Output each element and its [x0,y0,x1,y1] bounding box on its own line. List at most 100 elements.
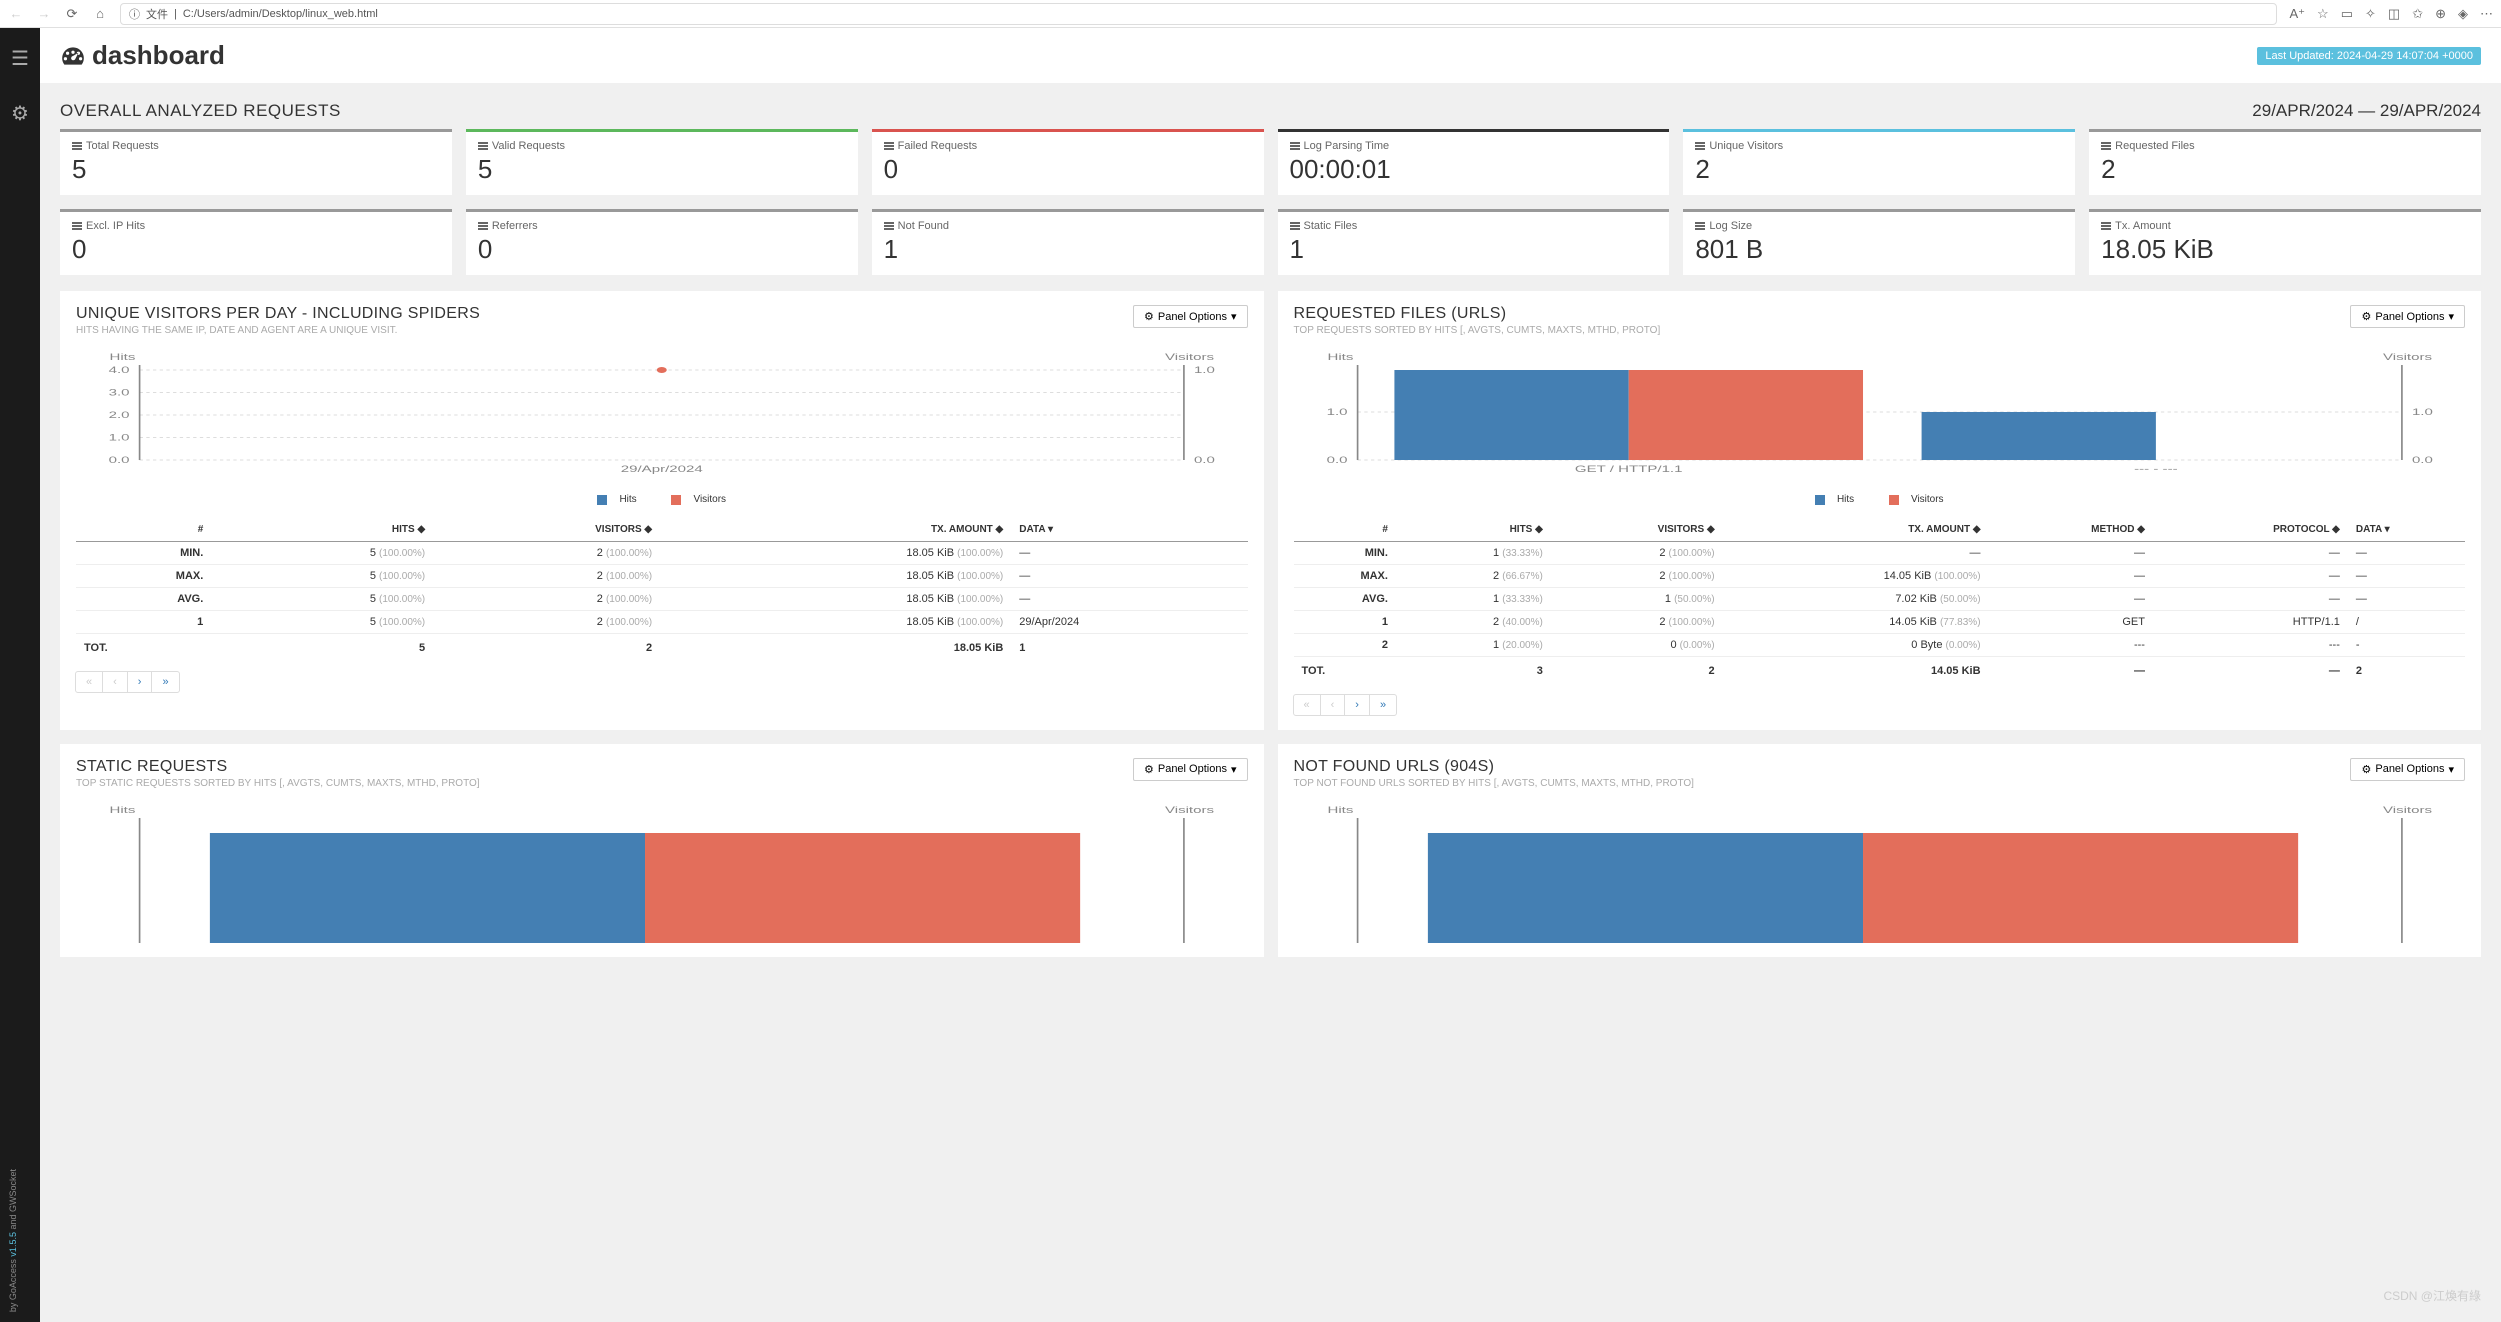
stat-card: Not Found 1 [872,209,1264,275]
home-button[interactable]: ⌂ [92,6,108,22]
stat-card: Total Requests 5 [60,129,452,195]
panel-subtitle: TOP STATIC REQUESTS SORTED BY HITS [, AV… [76,778,480,789]
caret-down-icon: ▾ [1231,763,1237,776]
panel-subtitle: HITS HAVING THE SAME IP, DATE AND AGENT … [76,325,480,336]
menu-icon[interactable]: ☰ [11,46,29,71]
hub-icon[interactable]: ⊕ [2435,6,2446,22]
stat-card: Requested Files2 [2089,129,2481,195]
favorites-bar-icon[interactable]: ✩ [2412,6,2423,22]
stat-value: 5 [72,154,440,185]
stat-card: Valid Requests5 [466,129,858,195]
panel-options-button[interactable]: ⚙ Panel Options ▾ [1133,758,1248,781]
bar-chart-icon [884,222,894,230]
svg-text:Visitors: Visitors [1165,805,1214,815]
more-icon[interactable]: ⋯ [2480,6,2493,22]
stat-label: Log Parsing Time [1304,140,1390,152]
extensions-icon[interactable]: ✧ [2365,6,2376,22]
gear-icon[interactable]: ⚙ [11,101,29,126]
stat-value: 0 [478,234,846,265]
stat-value: 2 [2101,154,2469,185]
refresh-button[interactable]: ⟳ [64,6,80,22]
col-header[interactable]: VISITORS ◆ [433,518,660,542]
visitors-chart: Hits Visitors 0.01.02.03.04.00.01.0 29/A… [76,350,1248,490]
chart-legend: Hits Visitors [76,494,1248,508]
page-last[interactable]: » [151,671,179,693]
stat-label: Unique Visitors [1709,140,1783,152]
stat-label: Failed Requests [898,140,978,152]
caret-down-icon: ▾ [1231,310,1237,323]
page-last[interactable]: » [1369,694,1397,716]
svg-text:Visitors: Visitors [2382,805,2431,815]
page-prev[interactable]: ‹ [1320,694,1346,716]
svg-text:29/Apr/2024: 29/Apr/2024 [621,464,703,474]
col-header[interactable]: TX. AMOUNT ◆ [1723,518,1989,542]
col-header[interactable]: PROTOCOL ◆ [2153,518,2348,542]
svg-text:0.0: 0.0 [109,455,130,465]
page-first[interactable]: « [1293,694,1321,716]
panel-options-button[interactable]: ⚙ Panel Options ▾ [2350,305,2465,328]
panel-options-button[interactable]: ⚙ Panel Options ▾ [1133,305,1248,328]
panel-options-button[interactable]: ⚙ Panel Options ▾ [2350,758,2465,781]
panel-subtitle: TOP REQUESTS SORTED BY HITS [, AVGTS, CU… [1294,325,1661,336]
file-label: 文件 [146,6,168,22]
col-header[interactable]: # [76,518,211,542]
page-title: dashboard [60,40,225,71]
favorite-icon[interactable]: ☆ [2317,6,2329,22]
stat-card: Log Size801 B [1683,209,2075,275]
panel-title: STATIC REQUESTS [76,758,480,776]
page-next[interactable]: › [1344,694,1370,716]
col-header[interactable]: TX. AMOUNT ◆ [660,518,1011,542]
browser-right-icons: A⁺ ☆ ▭ ✧ ◫ ✩ ⊕ ◈ ⋯ [2289,6,2493,22]
stat-label: Total Requests [86,140,159,152]
files-panel: REQUESTED FILES (URLS) TOP REQUESTS SORT… [1278,291,2482,730]
svg-text:1.0: 1.0 [2411,407,2432,417]
pager: « ‹ › » [1294,694,2466,716]
table-row: MIN.1 (33.33%)2 (100.00%)— ——— [1294,541,2466,564]
collections-icon[interactable]: ▭ [2341,6,2353,22]
col-header[interactable]: VISITORS ◆ [1551,518,1723,542]
panel-title: NOT FOUND URLS (904S) [1294,758,1694,776]
bar-chart-icon [884,142,894,150]
col-header[interactable]: DATA ▾ [1011,518,1247,542]
stat-card: Referrers0 [466,209,858,275]
stat-card: Log Parsing Time00:00:01 [1278,129,1670,195]
col-header[interactable]: METHOD ◆ [1989,518,2153,542]
svg-text:Hits: Hits [109,805,135,815]
stat-label: Not Found [898,220,949,232]
notfound-panel: NOT FOUND URLS (904S) TOP NOT FOUND URLS… [1278,744,2482,957]
page-prev[interactable]: ‹ [102,671,128,693]
svg-text:1.0: 1.0 [1194,365,1215,375]
col-header[interactable]: HITS ◆ [211,518,433,542]
bar-chart-icon [2101,222,2111,230]
stat-card: Static Files1 [1278,209,1670,275]
svg-text:2.0: 2.0 [109,410,130,420]
stat-value: 1 [884,234,1252,265]
col-header[interactable]: # [1294,518,1396,542]
static-chart: Hits Visitors [76,803,1248,943]
stat-value: 0 [884,154,1252,185]
page-next[interactable]: › [127,671,153,693]
read-aloud-icon[interactable]: A⁺ [2289,6,2305,22]
col-header[interactable]: DATA ▾ [2348,518,2465,542]
address-bar[interactable]: ⓘ 文件 | C:/Users/admin/Desktop/linux_web.… [120,3,2277,25]
svg-text:1.0: 1.0 [109,433,130,443]
browser-toolbar: ← → ⟳ ⌂ ⓘ 文件 | C:/Users/admin/Desktop/li… [0,0,2501,28]
bar-chart-icon [2101,142,2111,150]
stat-label: Static Files [1304,220,1358,232]
table-row: 15 (100.00%)2 (100.00%)18.05 KiB (100.00… [76,610,1248,633]
split-icon[interactable]: ◫ [2388,6,2400,22]
watermark: CSDN @江煥有綠 [2383,1287,2481,1304]
main-content: dashboard Last Updated: 2024-04-29 14:07… [40,28,2501,1322]
performance-icon[interactable]: ◈ [2458,6,2468,22]
stat-label: Log Size [1709,220,1752,232]
gear-icon: ⚙ [1144,763,1154,776]
col-header[interactable]: HITS ◆ [1396,518,1551,542]
notfound-chart: Hits Visitors [1294,803,2466,943]
page-first[interactable]: « [75,671,103,693]
url-text: C:/Users/admin/Desktop/linux_web.html [183,8,378,20]
stat-value: 0 [72,234,440,265]
sidebar: ☰ ⚙ by GoAccess v1.5.5 and GWSocket [0,28,40,1322]
back-button[interactable]: ← [8,6,24,22]
forward-button[interactable]: → [36,6,52,22]
table-row: MIN.5 (100.00%)2 (100.00%)18.05 KiB (100… [76,541,1248,564]
